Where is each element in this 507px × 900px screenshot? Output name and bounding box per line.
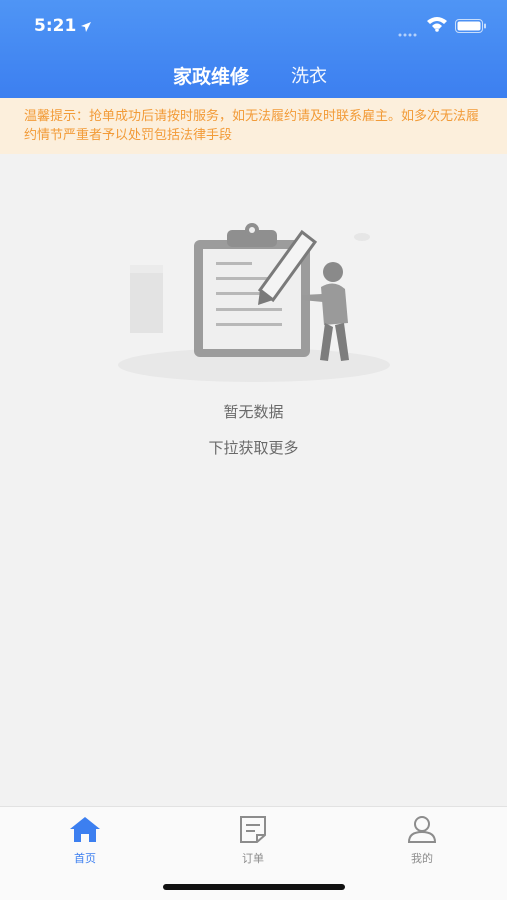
header: 5:21 家政维修 洗衣: [0, 0, 507, 98]
tabbar-item-orders[interactable]: 订单: [213, 815, 293, 866]
battery-icon: [455, 18, 487, 37]
tab-home-repair[interactable]: 家政维修: [173, 62, 249, 89]
tabbar-item-home[interactable]: 首页: [45, 815, 125, 866]
tabbar-item-mine[interactable]: 我的: [382, 815, 462, 866]
wifi-icon: [426, 16, 448, 36]
empty-state: 暂无数据 下拉获取更多: [0, 215, 507, 475]
status-time: 5:21: [34, 16, 77, 36]
home-icon: [45, 815, 125, 847]
tab-laundry[interactable]: 洗衣: [291, 62, 327, 88]
notice-text: 温馨提示：抢单成功后请按时服务，如无法履约请及时联系雇主。如多次无法履约情节严重…: [24, 109, 480, 143]
status-bar: 5:21: [0, 0, 507, 50]
tabbar-label-mine: 我的: [411, 852, 433, 865]
user-icon: [382, 815, 462, 847]
header-tabs: 家政维修 洗衣: [0, 58, 507, 92]
empty-illustration: [112, 215, 392, 394]
empty-title: 暂无数据: [223, 403, 284, 421]
tabbar-label-orders: 订单: [242, 852, 264, 865]
order-icon: [213, 815, 293, 847]
pull-to-refresh-hint: 下拉获取更多: [208, 439, 299, 457]
tabbar-label-home: 首页: [74, 852, 96, 865]
signal-icon: [398, 23, 418, 42]
location-arrow-icon: [80, 18, 92, 37]
home-indicator: [163, 884, 345, 890]
notice-banner: 温馨提示：抢单成功后请按时服务，如无法履约请及时联系雇主。如多次无法履约情节严重…: [0, 98, 507, 154]
